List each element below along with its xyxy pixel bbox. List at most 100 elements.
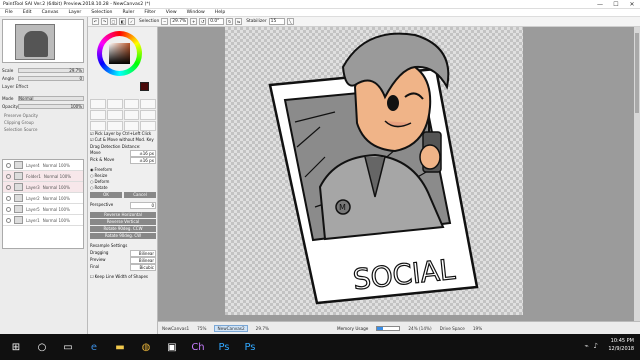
scale-value[interactable]: 29.7% [18, 67, 84, 73]
menu-help[interactable]: Help [210, 10, 230, 15]
close-button[interactable]: ✕ [624, 0, 640, 9]
clipping-group-checkbox[interactable]: Clipping Group [4, 120, 84, 125]
canvas[interactable]: M SOCIAL [225, 27, 523, 315]
photoshop-icon-2[interactable]: Ps [240, 337, 260, 357]
current-color-swatch[interactable] [140, 82, 149, 91]
task-view-icon[interactable]: ▭ [58, 337, 78, 357]
angle-value[interactable]: 0 [18, 75, 84, 81]
reverse-vertical-button[interactable]: Reverse Vertical [90, 219, 156, 225]
tool-button[interactable] [123, 121, 140, 131]
mode-value[interactable]: Normal [18, 95, 84, 101]
eye-icon[interactable] [6, 162, 11, 168]
reverse-horizontal-button[interactable]: Reverse Horizontal [90, 212, 156, 218]
volume-icon[interactable]: ♪ [594, 342, 598, 350]
layer-effect-header[interactable]: Layer Effect [2, 85, 84, 92]
tool-button[interactable] [140, 121, 156, 131]
eye-icon[interactable] [6, 195, 11, 201]
file-explorer-icon[interactable]: ▬ [110, 337, 130, 357]
preview-select[interactable]: Bilinear [130, 257, 156, 264]
keep-line-width-checkbox[interactable]: Keep Line Width of Shapes [90, 274, 156, 279]
tool-button[interactable] [90, 110, 106, 120]
pickmove-value[interactable]: ±16 px [130, 157, 156, 164]
undo-icon[interactable]: ↶ [92, 18, 99, 25]
cancel-button[interactable]: Cancel [124, 192, 156, 198]
vertical-scrollbar[interactable] [634, 27, 640, 321]
navigator[interactable] [2, 19, 84, 63]
line-tool-icon[interactable]: ╲ [286, 18, 294, 25]
angle-field[interactable]: 0.0° [208, 18, 225, 25]
eye-icon[interactable] [6, 173, 11, 179]
menu-filter[interactable]: Filter [139, 10, 160, 15]
windows-start-icon[interactable]: ⊞ [6, 337, 26, 357]
search-icon[interactable]: ○ [32, 337, 52, 357]
system-clock[interactable]: 10:45 PM 12/9/2018 [608, 337, 634, 353]
menu-file[interactable]: File [0, 10, 18, 15]
sai-app-icon[interactable]: ▣ [162, 337, 182, 357]
ok-button[interactable]: OK [90, 192, 122, 198]
tool-button[interactable] [90, 121, 106, 131]
preserve-opacity-checkbox[interactable]: Preserve Opacity [4, 113, 84, 118]
tool-button[interactable] [106, 121, 123, 131]
zoom-field[interactable]: 29.7% [170, 18, 189, 25]
menu-edit[interactable]: Edit [18, 10, 37, 15]
tool-button[interactable] [123, 99, 140, 109]
opacity-slider[interactable]: Opacity 100% [2, 103, 84, 109]
rotate-right-icon[interactable]: ↻ [226, 18, 234, 25]
menu-ruler[interactable]: Ruler [117, 10, 139, 15]
flip-icon[interactable]: ⇋ [235, 18, 243, 25]
scale-slider[interactable]: Scale 29.7% [2, 67, 84, 73]
final-select[interactable]: Bicubic [130, 264, 156, 271]
deselect-icon[interactable]: ▢ [110, 18, 117, 25]
layer-item[interactable]: Layer3 Normal 100% [3, 182, 83, 193]
blend-mode-select[interactable]: Mode Normal [2, 95, 84, 101]
tool-button[interactable] [90, 99, 106, 109]
deform-radio[interactable]: Deform [90, 179, 156, 184]
saturation-value-square[interactable] [109, 43, 130, 64]
maximize-button[interactable]: ☐ [608, 0, 624, 9]
minimize-button[interactable]: — [592, 0, 608, 9]
invert-selection-icon[interactable]: ◧ [119, 18, 126, 25]
move-value[interactable]: ±16 px [130, 150, 156, 157]
tool-button[interactable] [106, 99, 123, 109]
network-icon[interactable]: ⌁ [584, 342, 588, 350]
zoom-in-icon[interactable]: + [190, 18, 198, 25]
menu-view[interactable]: View [161, 10, 182, 15]
pick-layer-checkbox[interactable]: Pick Layer by Ctrl+Left Click [90, 131, 156, 136]
eye-icon[interactable] [6, 217, 11, 223]
tool-button[interactable] [123, 110, 140, 120]
cut-move-checkbox[interactable]: Cut & Move without Mod. Key [90, 137, 156, 142]
menu-selection[interactable]: Selection [86, 10, 117, 15]
chrome-icon[interactable]: ◍ [136, 337, 156, 357]
perspective-value[interactable]: 0 [130, 202, 156, 209]
freeform-radio[interactable]: Freeform [90, 167, 156, 172]
rotate-ccw-button[interactable]: Rotate 90deg. CCW [90, 226, 156, 232]
layer-item[interactable]: Layer4 Normal 100% [3, 160, 83, 171]
rotate-cw-button[interactable]: Rotate 90deg. CW [90, 233, 156, 239]
menu-layer[interactable]: Layer [63, 10, 86, 15]
photoshop-icon[interactable]: Ps [214, 337, 234, 357]
layer-item[interactable]: Folder1 Normal 100% [3, 171, 83, 182]
layer-item[interactable]: Layer1 Normal 100% [3, 215, 83, 226]
stabilizer-field[interactable]: 15 [268, 18, 285, 25]
doc-tab-2[interactable]: NewCanvas2 [214, 324, 248, 332]
show-selection-checkbox[interactable]: ✓ [128, 18, 135, 25]
opacity-value[interactable]: 100% [18, 103, 84, 109]
character-animator-icon[interactable]: Ch [188, 337, 208, 357]
menu-canvas[interactable]: Canvas [37, 10, 64, 15]
menu-window[interactable]: Window [182, 10, 210, 15]
doc-tab-1[interactable]: NewCanvas1 [162, 326, 189, 331]
eye-icon[interactable] [6, 206, 11, 212]
tool-button[interactable] [140, 110, 156, 120]
resize-radio[interactable]: Resize [90, 173, 156, 178]
rotate-left-icon[interactable]: ↺ [199, 18, 207, 25]
tool-button[interactable] [106, 110, 123, 120]
zoom-out-icon[interactable]: − [161, 18, 169, 25]
tool-button[interactable] [140, 99, 156, 109]
eye-icon[interactable] [6, 184, 11, 190]
angle-slider[interactable]: Angle 0 [2, 75, 84, 81]
redo-icon[interactable]: ↷ [101, 18, 108, 25]
dragging-select[interactable]: Bilinear [130, 250, 156, 257]
selection-source-checkbox[interactable]: Selection Source [4, 127, 84, 132]
edge-icon[interactable]: e [84, 337, 104, 357]
layer-item[interactable]: Layer2 Normal 100% [3, 193, 83, 204]
